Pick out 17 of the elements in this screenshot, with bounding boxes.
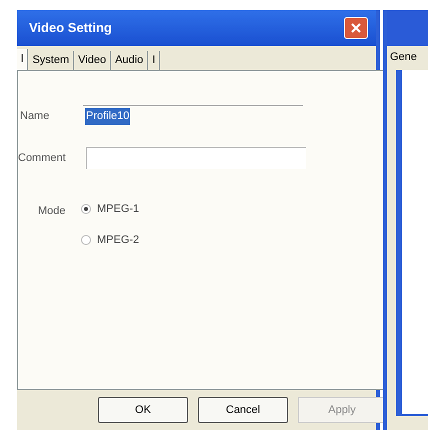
close-button[interactable]: [344, 17, 368, 39]
radio-option[interactable]: MPEG-1: [81, 201, 140, 218]
field-label: Name: [19, 108, 50, 124]
tab[interactable]: Gene: [387, 46, 428, 70]
dialog-button[interactable]: Cancel: [198, 397, 288, 423]
radio-button[interactable]: [81, 204, 91, 214]
field-label: Comment: [18, 150, 67, 166]
comment-field[interactable]: [86, 147, 306, 169]
selected-text: Profile10: [85, 108, 130, 125]
name-field[interactable]: Profile10: [83, 105, 303, 127]
tab[interactable]: l: [17, 49, 28, 70]
radio-button[interactable]: [81, 234, 91, 245]
radio-option[interactable]: MPEG-2: [81, 232, 140, 248]
close-icon: [350, 22, 362, 34]
window-title: Video Setting: [29, 19, 112, 38]
dialog-button[interactable]: OK: [98, 397, 188, 423]
field-label: Mode: [37, 204, 67, 219]
